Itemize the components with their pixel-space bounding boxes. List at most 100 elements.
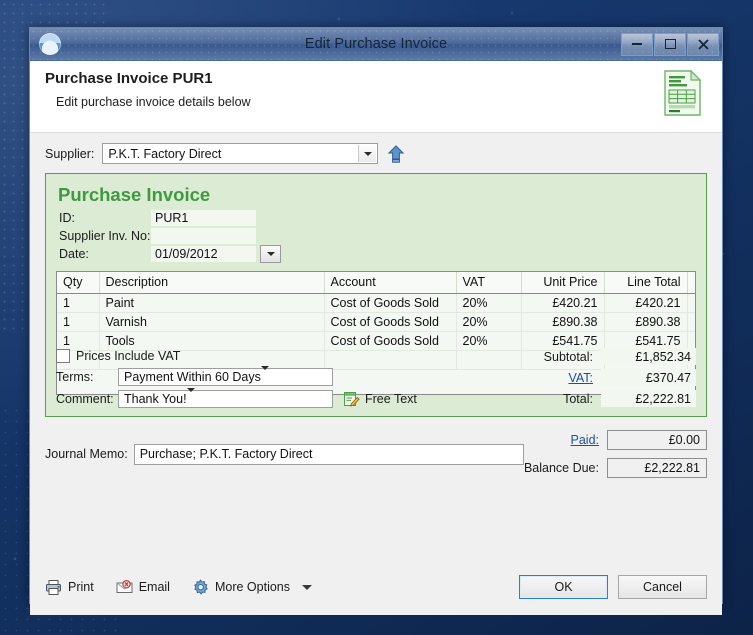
cell-description[interactable]: Varnish <box>99 312 325 332</box>
window-titlebar[interactable]: Edit Purchase Invoice <box>30 28 722 61</box>
prices-include-vat-label: Prices Include VAT <box>76 348 181 363</box>
invoice-date-label: Date: <box>59 246 89 261</box>
balance-due-label: Balance Due: <box>523 461 599 475</box>
column-header-unit-price[interactable]: Unit Price <box>521 272 605 294</box>
supplier-label: Supplier: <box>45 146 95 161</box>
dialog-header: Purchase Invoice PUR1 Edit purchase invo… <box>30 61 722 133</box>
table-header-row: Qty Description Account VAT Unit Price L… <box>57 272 695 294</box>
chevron-down-icon[interactable] <box>186 387 203 406</box>
column-header-line-total[interactable]: Line Total <box>604 272 688 294</box>
close-icon <box>697 38 709 50</box>
table-row[interactable]: 1 Varnish Cost of Goods Sold 20% £890.38… <box>57 312 695 332</box>
payment-summary: Paid: £0.00 Balance Due: £2,222.81 <box>524 429 707 479</box>
comment-label: Comment: <box>56 391 114 406</box>
print-label: Print <box>68 580 94 594</box>
window-title: Edit Purchase Invoice <box>304 36 448 52</box>
invoice-panel-title: Purchase Invoice <box>58 184 211 205</box>
terms-label: Terms: <box>56 369 94 384</box>
vat-row: VAT: £370.47 <box>451 368 696 387</box>
free-text-button[interactable]: Free Text <box>343 390 417 407</box>
cell-description[interactable]: Paint <box>99 293 325 313</box>
invoice-totals: Subtotal: £1,852.34 VAT: £370.47 Total: … <box>451 345 696 408</box>
cell-account[interactable]: Cost of Goods Sold <box>324 293 457 313</box>
chevron-down-icon[interactable] <box>302 584 312 590</box>
cell-spacer <box>687 293 695 313</box>
column-header-qty[interactable]: Qty <box>57 272 100 294</box>
subtotal-label: Subtotal: <box>543 349 593 364</box>
cell-unit-price[interactable]: £890.38 <box>521 312 605 332</box>
supplier-inv-no-label: Supplier Inv. No: <box>59 228 151 243</box>
cell-line-total[interactable]: £890.38 <box>604 312 688 332</box>
cell-unit-price[interactable]: £420.21 <box>521 293 605 313</box>
invoice-document-icon <box>657 68 707 118</box>
more-options-button[interactable]: More Options <box>192 578 312 596</box>
chevron-down-icon[interactable] <box>260 365 277 384</box>
comment-select[interactable]: Thank You! <box>118 387 333 408</box>
cell-line-total[interactable]: £420.21 <box>604 293 688 313</box>
invoice-date-field[interactable]: 01/09/2012 <box>151 245 256 262</box>
vat-value: £370.47 <box>601 369 696 386</box>
cell-account[interactable]: Cost of Goods Sold <box>324 312 457 332</box>
cell-vat[interactable]: 20% <box>456 312 522 332</box>
column-header-account[interactable]: Account <box>324 272 457 294</box>
subtotal-row: Subtotal: £1,852.34 <box>451 347 696 366</box>
supplier-value: P.K.T. Factory Direct <box>108 146 222 161</box>
more-options-label: More Options <box>214 580 290 594</box>
invoice-date-row: Date: 01/09/2012 <box>56 244 696 263</box>
email-envelope-icon <box>116 579 133 596</box>
terms-value: Payment Within 60 Days <box>124 369 261 384</box>
column-header-spacer <box>687 272 695 294</box>
free-text-label: Free Text <box>365 391 417 406</box>
edit-purchase-invoice-window: Edit Purchase Invoice Purchase Invoice P… <box>29 27 723 615</box>
minimize-button[interactable] <box>621 32 653 56</box>
paid-value: £0.00 <box>607 430 707 450</box>
cell-qty[interactable]: 1 <box>57 293 100 313</box>
maximize-button[interactable] <box>654 32 686 56</box>
total-row: Total: £2,222.81 <box>451 389 696 408</box>
supplier-inv-no-row: Supplier Inv. No: <box>56 227 696 244</box>
dialog-actions: OK Cancel <box>509 575 707 599</box>
ok-button[interactable]: OK <box>519 575 608 599</box>
comment-value: Thank You! <box>124 391 187 406</box>
paid-link[interactable]: Paid: <box>571 433 600 447</box>
print-button[interactable]: Print <box>45 579 94 596</box>
page-subtitle: Edit purchase invoice details below <box>56 95 251 109</box>
journal-memo-label: Journal Memo: <box>45 447 128 461</box>
column-header-description[interactable]: Description <box>99 272 325 294</box>
prices-include-vat-checkbox[interactable] <box>56 348 70 363</box>
dialog-body: Supplier: P.K.T. Factory Direct Purchase… <box>30 133 722 615</box>
calendar-dropdown-icon[interactable] <box>260 244 281 263</box>
email-label: Email <box>138 580 170 594</box>
journal-memo-input[interactable]: Purchase; P.K.T. Factory Direct <box>133 443 524 465</box>
total-value: £2,222.81 <box>601 390 696 407</box>
supplier-inv-no-field[interactable] <box>151 227 256 244</box>
free-text-note-icon <box>343 390 360 407</box>
paid-row: Paid: £0.00 <box>524 429 707 451</box>
invoice-panel: Purchase Invoice ID: PUR1 Supplier Inv. … <box>45 173 707 417</box>
supplier-select[interactable]: P.K.T. Factory Direct <box>102 143 379 164</box>
vat-link[interactable]: VAT: <box>568 371 593 385</box>
invoice-id-row: ID: PUR1 <box>56 209 696 226</box>
close-button[interactable] <box>687 32 719 56</box>
journal-memo-value: Purchase; P.K.T. Factory Direct <box>139 447 313 461</box>
table-row[interactable]: 1 Paint Cost of Goods Sold 20% £420.21 £… <box>57 293 695 313</box>
terms-select[interactable]: Payment Within 60 Days <box>118 365 333 386</box>
invoice-id-label: ID: <box>59 210 75 225</box>
balance-due-value: £2,222.81 <box>607 458 707 478</box>
total-label: Total: <box>563 391 593 406</box>
supplier-row: Supplier: P.K.T. Factory Direct <box>30 133 722 164</box>
column-header-vat[interactable]: VAT <box>456 272 522 294</box>
gear-icon <box>192 578 209 596</box>
journal-memo-row: Journal Memo: Purchase; P.K.T. Factory D… <box>30 417 722 479</box>
balance-due-row: Balance Due: £2,222.81 <box>524 457 707 479</box>
go-to-supplier-icon[interactable] <box>387 144 405 163</box>
chevron-down-icon[interactable] <box>358 145 377 162</box>
email-button[interactable]: Email <box>116 579 170 596</box>
cell-qty[interactable]: 1 <box>57 312 100 332</box>
cell-vat[interactable]: 20% <box>456 293 522 313</box>
invoice-id-field[interactable]: PUR1 <box>151 209 256 226</box>
dialog-footer: Print Email More Options OK Cancel <box>30 559 722 615</box>
cancel-button[interactable]: Cancel <box>618 575 707 599</box>
printer-icon <box>45 579 62 596</box>
window-controls <box>620 32 719 56</box>
